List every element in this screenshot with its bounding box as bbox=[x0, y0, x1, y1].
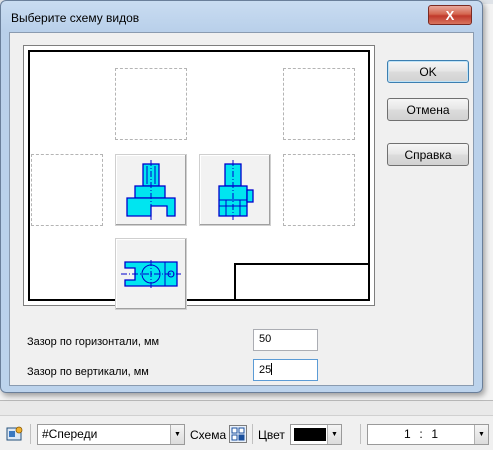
view-settings-icon[interactable] bbox=[6, 425, 24, 443]
scale-dropdown[interactable]: ▼ bbox=[474, 425, 488, 444]
view-combo-value: #Спереди bbox=[42, 427, 98, 441]
scale-right: 1 bbox=[431, 427, 439, 441]
ok-button[interactable]: OK bbox=[387, 60, 469, 83]
scale-combo[interactable]: 1 : 1 ▼ bbox=[367, 424, 489, 445]
view-scheme-dialog: Выберите схему видов X OK Отмена Справка… bbox=[0, 0, 483, 393]
gap-vertical-input[interactable]: 25 bbox=[253, 359, 318, 381]
slot-top-center[interactable] bbox=[115, 68, 187, 140]
slot-left-view[interactable] bbox=[199, 154, 271, 226]
dialog-title: Выберите схему видов bbox=[11, 11, 140, 25]
text-caret bbox=[271, 363, 273, 375]
scale-left: 1 bbox=[403, 427, 411, 441]
left-view-icon bbox=[218, 160, 254, 220]
help-button[interactable]: Справка bbox=[387, 143, 469, 166]
gap-horizontal-input[interactable]: 50 bbox=[253, 329, 318, 351]
scheme-icon bbox=[231, 427, 245, 441]
gap-horizontal-value: 50 bbox=[259, 333, 272, 345]
toolbar-separator bbox=[252, 424, 253, 444]
cancel-button[interactable]: Отмена bbox=[387, 98, 469, 121]
chevron-down-icon: ▼ bbox=[174, 431, 181, 438]
close-button[interactable]: X bbox=[428, 5, 472, 25]
dialog-client-area: OK Отмена Справка Зазор по горизонтали, … bbox=[9, 32, 474, 386]
toolbar-separator bbox=[360, 424, 361, 444]
chevron-down-icon: ▼ bbox=[478, 431, 485, 438]
view-combo[interactable]: #Спереди ▼ bbox=[37, 424, 185, 445]
color-swatch bbox=[294, 428, 326, 441]
scheme-label[interactable]: Схема bbox=[190, 428, 226, 442]
slot-front-view[interactable] bbox=[115, 154, 187, 226]
background-strip bbox=[0, 401, 493, 415]
gap-vertical-label: Зазор по вертикали, мм bbox=[27, 366, 149, 378]
close-icon: X bbox=[445, 7, 455, 23]
slot-top-right[interactable] bbox=[283, 68, 355, 140]
slot-middle-right[interactable] bbox=[283, 154, 355, 226]
top-view-icon bbox=[121, 260, 181, 288]
dialog-title-bar[interactable]: Выберите схему видов X bbox=[1, 1, 482, 31]
scheme-button[interactable] bbox=[229, 425, 247, 443]
scheme-panel bbox=[23, 45, 375, 310]
chevron-down-icon: ▼ bbox=[331, 431, 338, 438]
slot-top-view[interactable] bbox=[115, 238, 187, 310]
color-label: Цвет bbox=[258, 428, 285, 442]
bottom-toolbar: #Спереди ▼ Схема Цвет ▼ 1 : 1 ▼ bbox=[0, 415, 493, 450]
title-block bbox=[234, 263, 368, 299]
color-dropdown[interactable]: ▼ bbox=[327, 425, 341, 444]
gap-vertical-value: 25 bbox=[259, 364, 272, 376]
slot-middle-left[interactable] bbox=[31, 154, 103, 226]
front-view-icon bbox=[126, 160, 176, 220]
toolbar-separator bbox=[30, 424, 31, 444]
gap-horizontal-label: Зазор по горизонтали, мм bbox=[27, 336, 160, 348]
view-combo-dropdown[interactable]: ▼ bbox=[170, 425, 184, 444]
scale-separator: : bbox=[419, 427, 423, 441]
color-picker[interactable]: ▼ bbox=[290, 424, 342, 445]
